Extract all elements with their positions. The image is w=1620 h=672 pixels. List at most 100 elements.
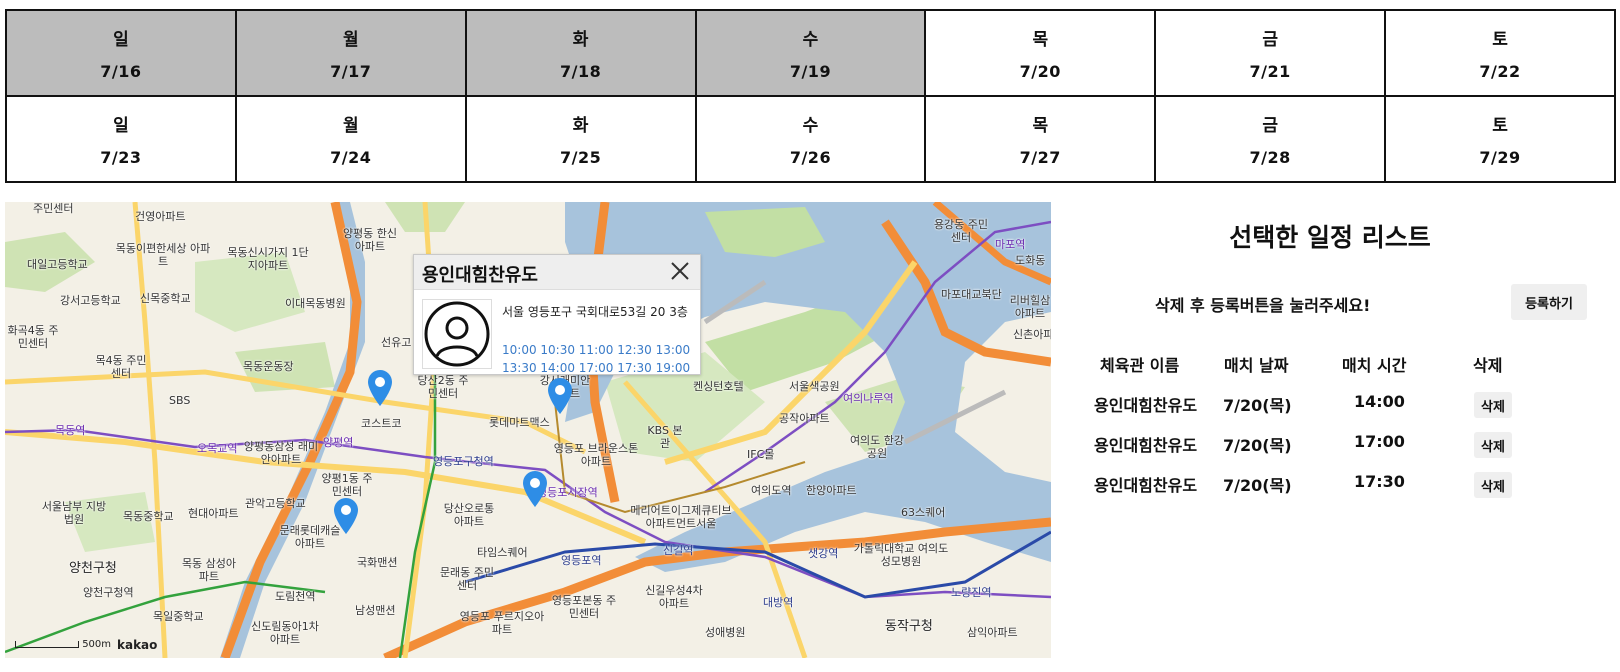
map-label: 당산오로통 아파트: [443, 502, 495, 528]
day-of-week: 일: [113, 30, 129, 50]
header-date: 매치 날짜: [1224, 356, 1289, 375]
close-icon[interactable]: [668, 259, 692, 283]
map-label: 당산2동 주민센터: [417, 374, 469, 400]
map-label: 삼익아파트: [967, 626, 1018, 639]
day-of-week: 일: [113, 116, 129, 136]
scale-bar: [15, 640, 79, 648]
delete-button[interactable]: 삭제: [1474, 472, 1512, 498]
day-date: 7/27: [1019, 148, 1061, 167]
register-button[interactable]: 등록하기: [1511, 284, 1587, 320]
map-label: 선유고: [381, 336, 412, 349]
map-label: 도화동: [1015, 254, 1046, 267]
day-date: 7/17: [330, 62, 372, 81]
map-label: 서울남부 지방법원: [41, 500, 107, 526]
map-label: 노량진역: [951, 586, 992, 599]
day-date: 7/25: [559, 148, 602, 167]
gym-name: 용인대힘찬유도: [1094, 476, 1198, 495]
day-of-week: 금: [1262, 30, 1278, 50]
header-time: 매치 시간: [1342, 356, 1407, 375]
day-date: 7/24: [330, 148, 372, 167]
popup-address: 서울 영등포구 국회대로53길 20 3층: [502, 305, 688, 319]
day-date: 7/22: [1479, 62, 1521, 81]
map-label: 리버힐삼 아파트: [1009, 294, 1051, 320]
gym-marker[interactable]: [367, 369, 393, 407]
day-date: 7/20: [1019, 62, 1061, 81]
map-label: 영등포 푸르지오아파트: [459, 610, 545, 636]
day-of-week: 금: [1262, 116, 1278, 136]
header-delete: 삭제: [1473, 356, 1503, 375]
map-label: 마포역: [995, 238, 1026, 251]
map-label: 현대아파트: [188, 507, 239, 520]
gym-name: 용인대힘찬유도: [1094, 436, 1198, 455]
map-label: 신도림동아1차 아파트: [251, 620, 319, 646]
map-label: 코스트코: [361, 417, 402, 430]
map-label: 양평동삼성 래미안아파트: [243, 440, 319, 466]
calendar-day-0717[interactable]: 월 7/17: [234, 9, 467, 97]
calendar-day-0726[interactable]: 수 7/26: [694, 95, 927, 183]
map-label: KBS 본관: [647, 424, 683, 450]
map-label: 남성맨션: [355, 604, 396, 617]
calendar-day-0728[interactable]: 금 7/28: [1154, 95, 1387, 183]
selected-schedule-panel: 선택한 일정 리스트 삭제 후 등록버튼을 눌러주세요! 등록하기 체육관 이름…: [1060, 202, 1620, 658]
map-label: 양평동 한신아파트: [342, 227, 398, 253]
map-label: 목동신시가지 1단지아파트: [227, 246, 309, 272]
map-label: 이대목동병원: [285, 297, 346, 310]
map-label: 목동 삼성아파트: [181, 557, 237, 583]
gym-name: 용인대힘찬유도: [1094, 396, 1198, 415]
day-of-week: 토: [1492, 116, 1508, 136]
calendar-day-0718[interactable]: 화 7/18: [464, 9, 697, 97]
popup-title: 용인대힘찬유도: [422, 265, 538, 286]
calendar-day-0724[interactable]: 월 7/24: [234, 95, 467, 183]
day-of-week: 수: [802, 30, 819, 50]
day-of-week: 화: [572, 30, 589, 50]
gym-marker[interactable]: [333, 497, 359, 535]
map-label: 영등포 브라운스톤아파트: [553, 442, 639, 468]
day-of-week: 목: [1032, 30, 1049, 50]
day-of-week: 수: [802, 116, 819, 136]
map-label: 목동중학교: [123, 510, 174, 523]
map-label: 신목중학교: [140, 292, 191, 305]
calendar-day-0729[interactable]: 토 7/29: [1384, 95, 1616, 183]
map-label: 관악고등학교: [245, 497, 306, 510]
map-label: 서울색공원: [789, 380, 840, 393]
calendar-day-0720[interactable]: 목 7/20: [924, 9, 1157, 97]
calendar-day-0725[interactable]: 화 7/25: [464, 95, 697, 183]
day-date: 7/19: [789, 62, 832, 81]
map-label: 공작아파트: [779, 412, 830, 425]
calendar-day-0727[interactable]: 목 7/27: [924, 95, 1157, 183]
map-label: 강서고등학교: [60, 294, 121, 307]
map-label: 타임스퀘어: [477, 546, 528, 559]
map-label: 켄싱턴호텔: [693, 380, 744, 393]
profile-avatar-icon: [422, 299, 492, 369]
map-label: 화곡4동 주민센터: [7, 324, 59, 350]
calendar-day-0719[interactable]: 수 7/19: [694, 9, 927, 97]
gym-marker[interactable]: [522, 470, 548, 508]
map-label: 주민센터: [33, 202, 74, 215]
map-label: 신길우성4차 아파트: [645, 584, 703, 610]
map-label: 여의나루역: [843, 392, 894, 405]
match-date: 7/20(목): [1223, 436, 1292, 455]
map-scale: 500m: [15, 639, 111, 650]
gym-marker[interactable]: [547, 377, 573, 415]
day-date: 7/18: [559, 62, 602, 81]
calendar-week-1: 일 7/16 월 7/17 화 7/18 수 7/19 목 7/20 금 7/21 토 7/2…: [5, 9, 1616, 97]
calendar-day-0722[interactable]: 토 7/22: [1384, 9, 1616, 97]
delete-button[interactable]: 삭제: [1474, 432, 1512, 458]
delete-button[interactable]: 삭제: [1474, 392, 1512, 418]
day-date: 7/29: [1479, 148, 1521, 167]
calendar-day-0723[interactable]: 일 7/23: [5, 95, 237, 183]
day-of-week: 토: [1492, 30, 1508, 50]
day-date: 7/23: [100, 148, 142, 167]
map-label: 마포대교북단: [941, 288, 1002, 301]
map-provider-logo: kakao: [117, 638, 158, 652]
day-of-week: 화: [572, 116, 589, 136]
map-label: 롯데마트맥스: [489, 416, 550, 429]
match-time: 17:00: [1354, 432, 1405, 451]
map-label: 목동이편한세상 아파트: [115, 242, 211, 268]
calendar-day-0716[interactable]: 일 7/16: [5, 9, 237, 97]
map-label: 목동운동장: [243, 360, 294, 373]
calendar-day-0721[interactable]: 금 7/21: [1154, 9, 1387, 97]
list-header: 체육관 이름 매치 날짜 매치 시간 삭제: [1060, 344, 1600, 384]
map-label: 문래동 주민센터: [439, 566, 495, 592]
day-of-week: 목: [1032, 116, 1049, 136]
